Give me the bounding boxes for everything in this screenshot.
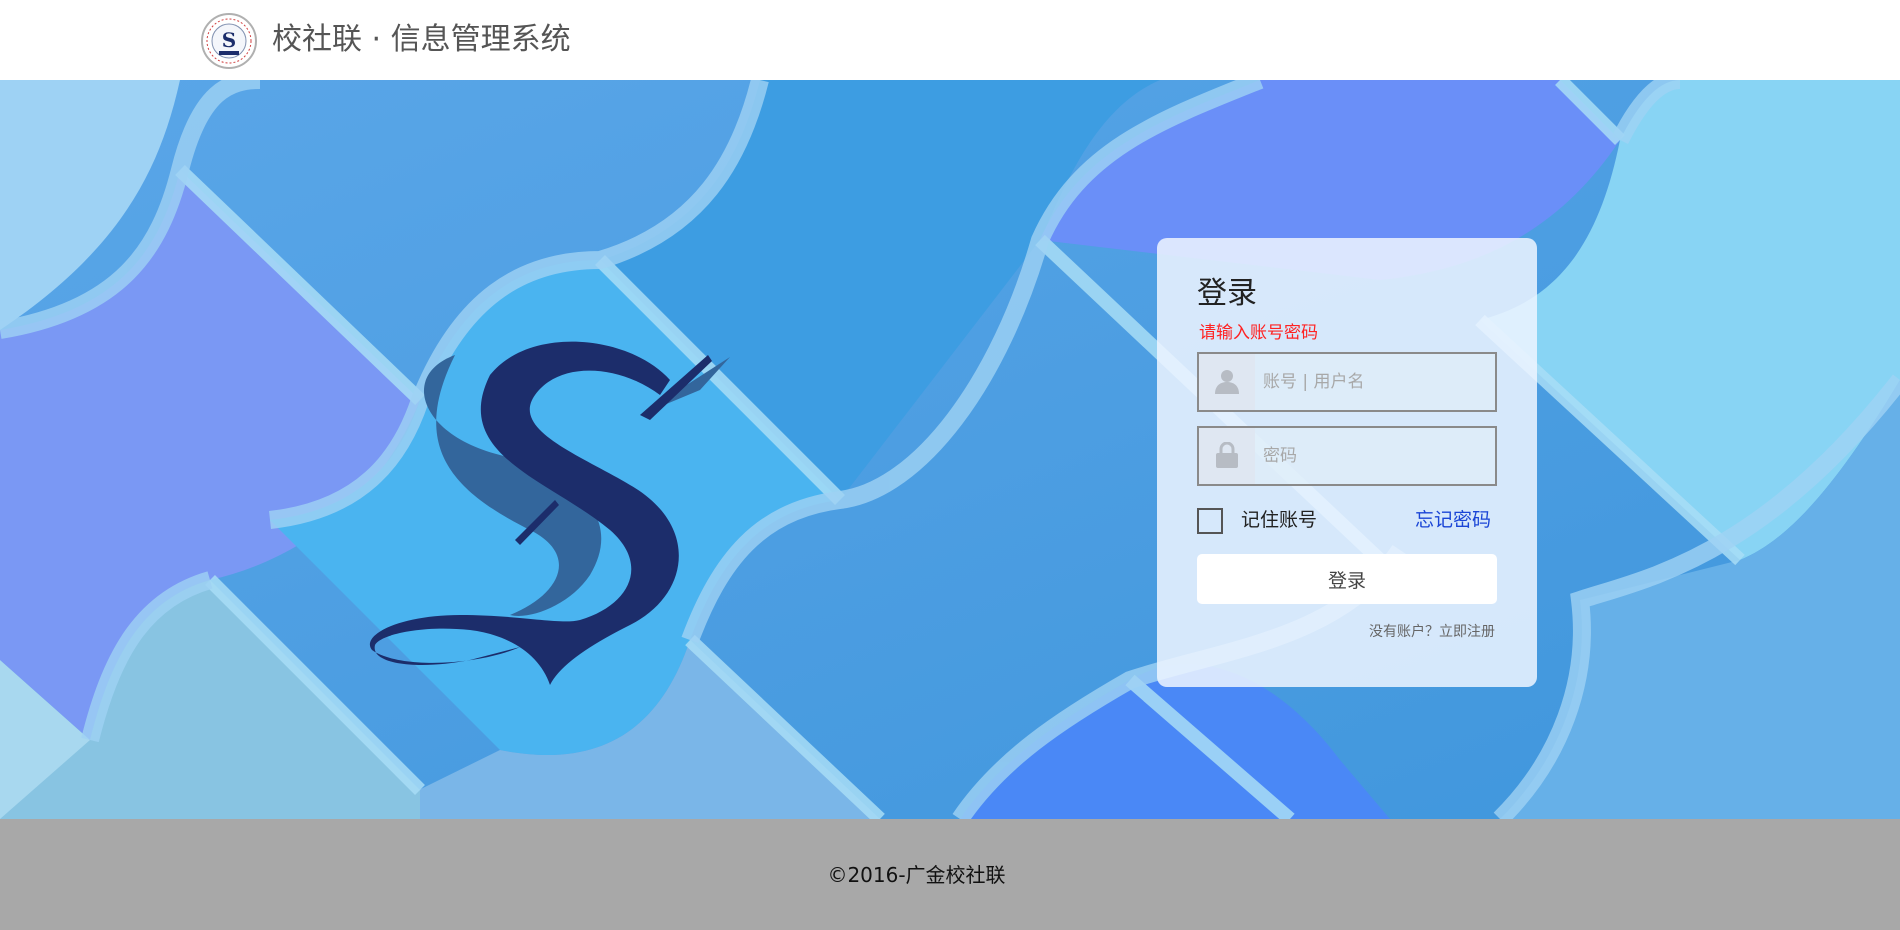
wave-pattern-background: [0, 80, 1900, 819]
top-header: S 校社联 · 信息管理系统: [0, 0, 1900, 80]
forgot-password-link[interactable]: 忘记密码: [1415, 507, 1491, 533]
login-heading: 登录: [1197, 276, 1257, 311]
user-icon: [1199, 354, 1255, 410]
page-footer: ©2016-广金校社联: [0, 819, 1900, 930]
register-link[interactable]: 没有账户？立即注册: [1369, 622, 1495, 642]
remember-label[interactable]: 记住账号: [1241, 507, 1317, 533]
copyright-text: ©2016-广金校社联: [827, 863, 1006, 887]
hero-banner: [0, 80, 1900, 819]
login-panel: 登录 请输入账号密码 记住账号 忘记密码 登录 没有账户？立即注册: [1157, 238, 1537, 687]
username-input[interactable]: [1263, 354, 1485, 410]
svg-text:S: S: [222, 28, 236, 52]
lock-icon: [1199, 428, 1255, 484]
seal-s-logo[interactable]: S: [200, 12, 258, 70]
username-field[interactable]: [1197, 352, 1497, 412]
site-title: 校社联 · 信息管理系统: [272, 22, 571, 57]
password-input[interactable]: [1263, 428, 1485, 484]
large-s-emblem: [369, 341, 730, 685]
login-button[interactable]: 登录: [1197, 554, 1497, 604]
remember-checkbox[interactable]: [1197, 508, 1223, 534]
error-message: 请输入账号密码: [1199, 323, 1318, 343]
password-field[interactable]: [1197, 426, 1497, 486]
